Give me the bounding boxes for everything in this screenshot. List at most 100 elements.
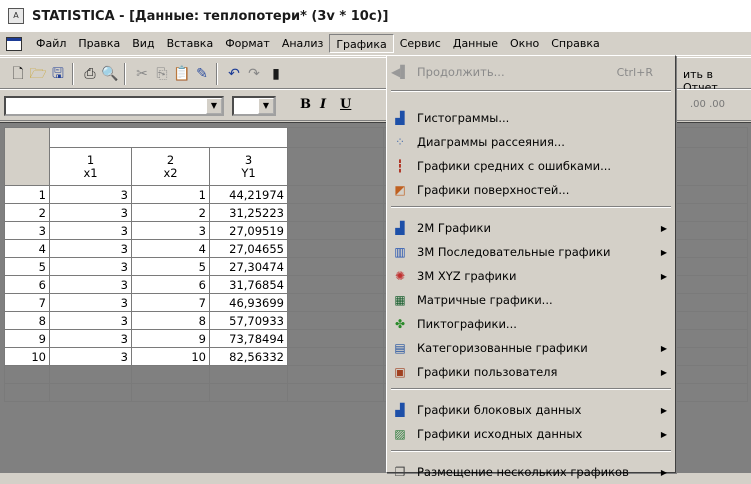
redo-icon[interactable]: ↷: [244, 64, 264, 84]
decimal-icons[interactable]: .00 .00: [690, 99, 725, 110]
row-header[interactable]: 8: [4, 311, 50, 330]
menu-item-means[interactable]: ┇ Графики средних с ошибками...: [387, 154, 675, 178]
cell-x2[interactable]: 10: [131, 347, 210, 366]
menu-item-multi-graph[interactable]: ❐ Размещение нескольких графиков ▶: [387, 460, 675, 484]
print-icon[interactable]: ⎙: [80, 64, 100, 84]
row-header[interactable]: 1: [4, 185, 50, 204]
menu-data[interactable]: Данные: [447, 34, 504, 53]
cell-y1[interactable]: 73,78494: [209, 329, 288, 348]
cell-y1[interactable]: 31,25223: [209, 203, 288, 222]
menu-item-surface[interactable]: ◩ Графики поверхностей...: [387, 178, 675, 202]
menu-tools[interactable]: Сервис: [394, 34, 447, 53]
categorized-icon: ▤: [394, 341, 406, 355]
row-header[interactable]: 9: [4, 329, 50, 348]
menu-graphics[interactable]: Графика: [329, 34, 394, 53]
menu-item-3d-sequential[interactable]: ▥ 3М Последовательные графики ▶: [387, 240, 675, 264]
menu-item-scatter[interactable]: ⁘ Диаграммы рассеяния...: [387, 130, 675, 154]
row-header[interactable]: 7: [4, 293, 50, 312]
row-header[interactable]: 10: [4, 347, 50, 366]
italic-button[interactable]: I: [320, 97, 326, 112]
empty-cell: [671, 347, 748, 366]
menu-item-block-data[interactable]: ▟ Графики блоковых данных ▶: [387, 398, 675, 422]
menu-item-3d-xyz[interactable]: ✺ 3М XYZ графики ▶: [387, 264, 675, 288]
menu-view[interactable]: Вид: [126, 34, 160, 53]
format-painter-icon[interactable]: ✎: [192, 64, 212, 84]
toolbar-separator: [216, 63, 218, 85]
cell-x2[interactable]: 4: [131, 239, 210, 258]
cell-x1[interactable]: 3: [49, 275, 132, 294]
menu-item-input-data[interactable]: ▨ Графики исходных данных ▶: [387, 422, 675, 446]
chevron-down-icon[interactable]: ▼: [206, 98, 222, 114]
cell-x1[interactable]: 3: [49, 221, 132, 240]
copy-icon[interactable]: ⎘: [152, 64, 172, 84]
cell-x1[interactable]: 3: [49, 185, 132, 204]
cell-y1[interactable]: 46,93699: [209, 293, 288, 312]
cell-x2[interactable]: 6: [131, 275, 210, 294]
document-icon[interactable]: [6, 36, 22, 51]
cell-x1[interactable]: 3: [49, 239, 132, 258]
new-file-icon[interactable]: 🗋: [8, 64, 28, 84]
cell-x1[interactable]: 3: [49, 257, 132, 276]
menu-format[interactable]: Формат: [219, 34, 276, 53]
menu-insert[interactable]: Вставка: [161, 34, 220, 53]
paste-icon[interactable]: 📋: [172, 64, 192, 84]
menu-item-icon-plot[interactable]: ✤ Пиктографики...: [387, 312, 675, 336]
cell-x2[interactable]: 5: [131, 257, 210, 276]
chevron-down-icon[interactable]: ▼: [258, 98, 274, 114]
undo-icon[interactable]: ↶: [224, 64, 244, 84]
cell-x2[interactable]: 8: [131, 311, 210, 330]
menu-edit[interactable]: Правка: [72, 34, 126, 53]
cell-x2[interactable]: 2: [131, 203, 210, 222]
menu-item-matrix[interactable]: ▦ Матричные графики...: [387, 288, 675, 312]
cell-y1[interactable]: 27,09519: [209, 221, 288, 240]
submenu-arrow-icon: ▶: [660, 405, 667, 415]
cell-y1[interactable]: 27,04655: [209, 239, 288, 258]
cell-x1[interactable]: 3: [49, 347, 132, 366]
row-header[interactable]: 3: [4, 221, 50, 240]
empty-cell: [287, 185, 384, 204]
column-header-x2[interactable]: 2 x2: [131, 147, 210, 186]
cell-y1[interactable]: 27,30474: [209, 257, 288, 276]
means-icon: ┇: [396, 159, 404, 173]
grid-corner[interactable]: [4, 127, 50, 186]
app-icon: A: [8, 8, 24, 24]
font-name-combo[interactable]: ▼: [4, 96, 224, 116]
cell-y1[interactable]: 44,21974: [209, 185, 288, 204]
column-header-y1[interactable]: 3 Y1: [209, 147, 288, 186]
cell-x1[interactable]: 3: [49, 293, 132, 312]
menu-window[interactable]: Окно: [504, 34, 545, 53]
menu-help[interactable]: Справка: [545, 34, 605, 53]
column-header-x1[interactable]: 1 x1: [49, 147, 132, 186]
cell-y1[interactable]: 31,76854: [209, 275, 288, 294]
menu-item-continue[interactable]: ◀▌ Продолжить... Ctrl+R: [387, 60, 675, 84]
more-icon[interactable]: ▮: [266, 64, 286, 84]
print-preview-icon[interactable]: 🔍: [100, 64, 120, 84]
cell-x1[interactable]: 3: [49, 203, 132, 222]
menu-item-2d-graph[interactable]: ▟ 2М Графики ▶: [387, 216, 675, 240]
row-header[interactable]: 2: [4, 203, 50, 222]
menu-item-user-graph[interactable]: ▣ Графики пользователя ▶: [387, 360, 675, 384]
row-header[interactable]: 5: [4, 257, 50, 276]
cut-icon[interactable]: ✂: [132, 64, 152, 84]
menu-file[interactable]: Файл: [30, 34, 72, 53]
row-header[interactable]: 4: [4, 239, 50, 258]
cell-x2[interactable]: 9: [131, 329, 210, 348]
underline-button[interactable]: U: [340, 97, 351, 112]
cell-y1[interactable]: 57,70933: [209, 311, 288, 330]
menu-item-categorized[interactable]: ▤ Категоризованные графики ▶: [387, 336, 675, 360]
cell-x2[interactable]: 1: [131, 185, 210, 204]
menu-analysis[interactable]: Анализ: [276, 34, 330, 53]
row-header[interactable]: 6: [4, 275, 50, 294]
menu-item-histogram[interactable]: ▟ Гистограммы...: [387, 106, 675, 130]
submenu-arrow-icon: ▶: [660, 223, 667, 233]
font-size-combo[interactable]: ▼: [232, 96, 276, 116]
cell-y1[interactable]: 82,56332: [209, 347, 288, 366]
open-folder-icon[interactable]: 🗁: [28, 64, 48, 84]
2d-graph-icon: ▟: [395, 221, 405, 235]
cell-x1[interactable]: 3: [49, 329, 132, 348]
cell-x1[interactable]: 3: [49, 311, 132, 330]
bold-button[interactable]: B: [300, 97, 311, 112]
cell-x2[interactable]: 7: [131, 293, 210, 312]
cell-x2[interactable]: 3: [131, 221, 210, 240]
save-icon[interactable]: 🖫: [48, 64, 68, 84]
